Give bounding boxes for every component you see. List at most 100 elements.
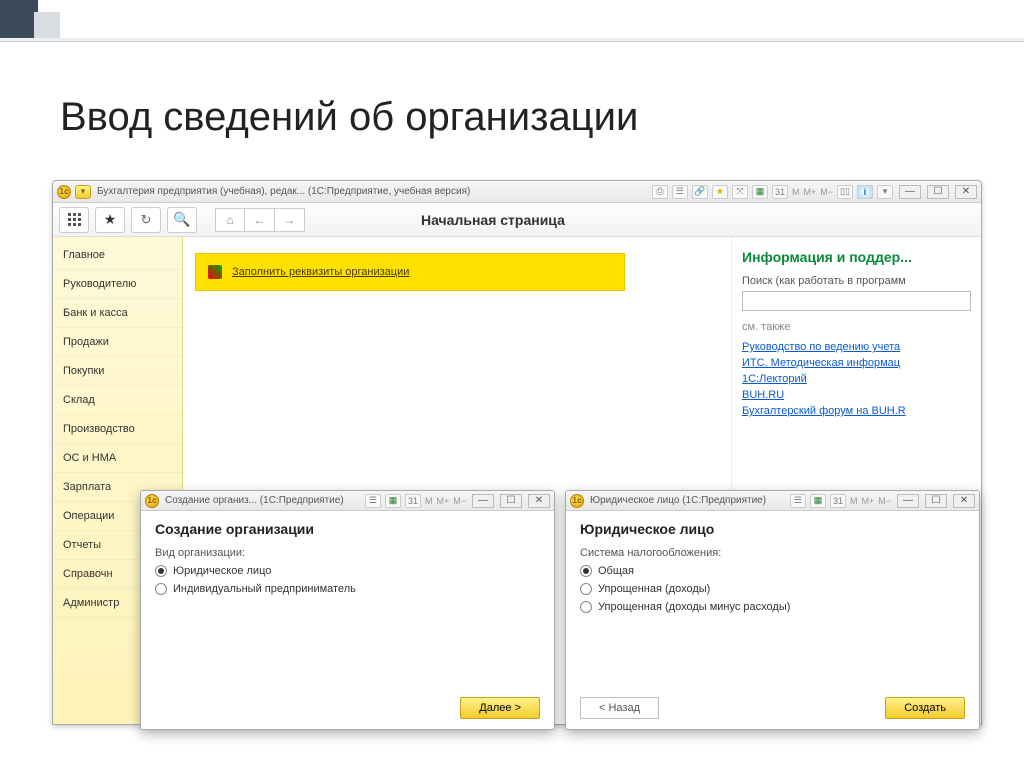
radio-icon [580,601,592,613]
search-button[interactable]: 🔍 [167,207,197,233]
dlg1-icon: 1c [145,494,159,508]
dlg2-label: Система налогообложения: [580,547,965,559]
dlg1-next-button[interactable]: Далее > [460,697,540,719]
dlg1-opt1-label: Юридическое лицо [173,565,271,577]
dlg1-cal-icon[interactable]: 31 [405,494,421,508]
minimize-button[interactable]: — [899,185,921,199]
tb-info-icon[interactable]: i [857,185,873,199]
sidebar-item-warehouse[interactable]: Склад [53,386,182,415]
tb-print-icon[interactable]: ⎙ [652,185,668,199]
slide-title: Ввод сведений об организации [60,95,638,140]
app-icon: 1c [57,185,71,199]
favorites-button[interactable]: ★ [95,207,125,233]
sidebar-item-purchases[interactable]: Покупки [53,357,182,386]
info-title: Информация и поддер... [742,249,971,265]
close-button[interactable]: ✕ [955,185,977,199]
maximize-button[interactable]: ☐ [927,185,949,199]
sidebar-item-bank[interactable]: Банк и касса [53,299,182,328]
info-link-guide[interactable]: Руководство по ведению учета [742,341,971,353]
dlg2-opt1-label: Общая [598,565,634,577]
sidebar-item-sales[interactable]: Продажи [53,328,182,357]
sidebar-item-production[interactable]: Производство [53,415,182,444]
dlg2-min[interactable]: — [897,494,919,508]
dlg2-mp[interactable]: M+ [861,496,874,506]
dlg2-create-button[interactable]: Создать [885,697,965,719]
dlg2-close[interactable]: ✕ [953,494,975,508]
dlg2-opt2-label: Упрощенная (доходы) [598,583,710,595]
dlg1-opt-legal[interactable]: Юридическое лицо [155,565,540,577]
dlg1-label: Вид организации: [155,547,540,559]
info-link-forum[interactable]: Бухгалтерский форум на BUH.R [742,405,971,417]
dlg2-opt-simplified-income[interactable]: Упрощенная (доходы) [580,583,965,595]
fill-org-link[interactable]: Заполнить реквизиты организации [232,266,409,278]
nav-group: ⌂ ← → [215,208,305,232]
info-link-lectory[interactable]: 1С:Лекторий [742,373,971,385]
dlg1-m[interactable]: M [425,496,433,506]
slide-top-line [0,38,1024,42]
window-title: Бухгалтерия предприятия (учебная), редак… [97,186,470,197]
titlebar-back-button[interactable]: ▾ [75,185,91,199]
toolbar: ★ ↻ 🔍 ⌂ ← → Начальная страница [53,203,981,237]
dlg2-titlebar: 1c Юридическое лицо (1С:Предприятие) ☰ ▦… [566,491,979,511]
radio-icon [155,565,167,577]
slide-decoration [0,0,60,38]
history-button[interactable]: ↻ [131,207,161,233]
main-titlebar: 1c ▾ Бухгалтерия предприятия (учебная), … [53,181,981,203]
sidebar-item-assets[interactable]: ОС и НМА [53,444,182,473]
radio-icon [155,583,167,595]
legal-entity-dialog: 1c Юридическое лицо (1С:Предприятие) ☰ ▦… [565,490,980,730]
info-link-its[interactable]: ИТС. Методическая информац [742,357,971,369]
radio-icon [580,583,592,595]
dlg1-max[interactable]: ☐ [500,494,522,508]
tb-link-icon[interactable]: 🔗 [692,185,708,199]
tb-star-icon[interactable]: ★ [712,185,728,199]
dlg2-m[interactable]: M [850,496,858,506]
dlg2-mm[interactable]: M− [878,496,891,506]
home-button[interactable]: ⌂ [215,208,245,232]
apps-button[interactable] [59,207,89,233]
dlg2-max[interactable]: ☐ [925,494,947,508]
dlg1-opt2-label: Индивидуальный предприниматель [173,583,356,595]
dlg1-close[interactable]: ✕ [528,494,550,508]
dlg2-icon: 1c [570,494,584,508]
dlg1-title: Создание организ... (1С:Предприятие) [165,495,344,506]
dlg2-heading: Юридическое лицо [580,521,965,537]
mem-mminus[interactable]: M− [820,187,833,197]
dlg1-mm[interactable]: M− [453,496,466,506]
dlg2-calc-icon[interactable]: ▦ [810,494,826,508]
banner-icon [208,265,222,279]
search-label: Поиск (как работать в программ [742,275,971,287]
create-org-dialog: 1c Создание организ... (1С:Предприятие) … [140,490,555,730]
search-input[interactable] [742,291,971,311]
tb-find-icon[interactable]: ⤧ [732,185,748,199]
tb-menu-icon[interactable]: ▾ [877,185,893,199]
sidebar-item-main[interactable]: Главное [53,241,182,270]
dlg2-title: Юридическое лицо (1С:Предприятие) [590,495,766,506]
dlg1-opt-individual[interactable]: Индивидуальный предприниматель [155,583,540,595]
see-also-label: см. также [742,321,971,333]
dlg1-calc-icon[interactable]: ▦ [385,494,401,508]
page-title: Начальная страница [311,212,975,228]
dlg2-back-button[interactable]: < Назад [580,697,659,719]
dlg1-titlebar: 1c Создание организ... (1С:Предприятие) … [141,491,554,511]
tb-calc-icon[interactable]: ▦ [752,185,768,199]
forward-button[interactable]: → [275,208,305,232]
sidebar-item-manager[interactable]: Руководителю [53,270,182,299]
dlg1-mp[interactable]: M+ [436,496,449,506]
mem-m[interactable]: M [792,187,800,197]
info-link-buhru[interactable]: BUH.RU [742,389,971,401]
dlg1-doc-icon[interactable]: ☰ [365,494,381,508]
mem-mplus[interactable]: M+ [803,187,816,197]
tb-panel-icon[interactable]: ▯▯ [837,185,853,199]
dlg2-cal-icon[interactable]: 31 [830,494,846,508]
dlg2-doc-icon[interactable]: ☰ [790,494,806,508]
dlg1-min[interactable]: — [472,494,494,508]
dlg1-heading: Создание организации [155,521,540,537]
fill-org-banner: Заполнить реквизиты организации [195,253,625,291]
dlg2-opt-general[interactable]: Общая [580,565,965,577]
tb-doc-icon[interactable]: ☰ [672,185,688,199]
tb-calendar-icon[interactable]: 31 [772,185,788,199]
dlg2-opt-simplified-income-expense[interactable]: Упрощенная (доходы минус расходы) [580,601,965,613]
dlg2-opt3-label: Упрощенная (доходы минус расходы) [598,601,790,613]
back-button[interactable]: ← [245,208,275,232]
